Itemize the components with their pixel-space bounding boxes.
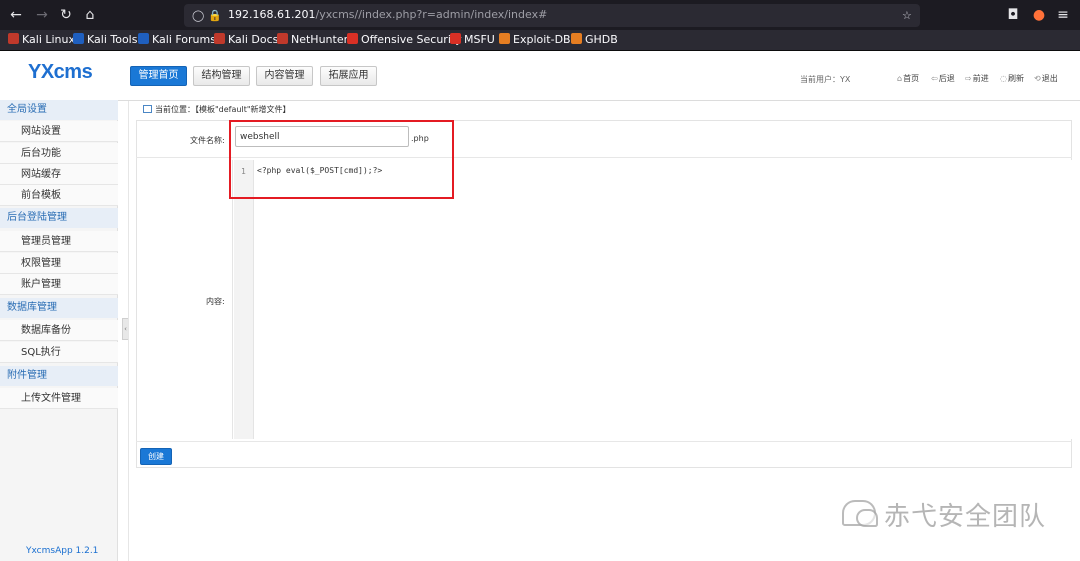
header-link-logout[interactable]: ⟲退出 [1034,73,1058,84]
sidebar-item-site-settings[interactable]: 网站设置 [0,121,118,142]
sidebar-item-accounts[interactable]: 账户管理 [0,274,118,295]
bookmark-nethunter[interactable]: NetHunter [277,33,348,46]
kali-icon [8,33,19,44]
bookmark-label: Offensive Security [361,33,462,46]
header-link-refresh[interactable]: ◌刷新 [1000,73,1024,84]
bookmark-offensive-security[interactable]: Offensive Security [347,33,462,46]
offsec-icon [347,33,358,44]
nav-extensions[interactable]: 拓展应用 [320,66,377,86]
shield-icon: ◯ [192,9,205,22]
forward-icon: ⇨ [965,74,972,83]
editor-gutter [234,160,254,439]
wechat-icon-bubble [856,509,878,527]
breadcrumb: 当前位置：【模板"default"新增文件】 [143,104,291,115]
nav-structure[interactable]: 结构管理 [193,66,250,86]
ghdb-icon [571,33,582,44]
nav-content[interactable]: 内容管理 [256,66,313,86]
url-host: 192.168.61.201 [228,8,316,21]
bookmark-label: Kali Docs [228,33,279,46]
menu-icon[interactable]: ≡ [1054,6,1072,24]
nethunter-icon [277,33,288,44]
divider [136,441,1072,442]
sidebar-item-db-backup[interactable]: 数据库备份 [0,320,118,341]
sidebar-group-login[interactable]: 后台登陆管理 [0,208,118,228]
bookmark-label: GHDB [585,33,618,46]
sidebar-item-site-cache[interactable]: 网站缓存 [0,164,118,185]
watermark-text: 赤弋安全团队 [884,502,1047,532]
bookmark-label: Kali Forums [152,33,216,46]
kali-forums-icon [138,33,149,44]
sidebar-item-uploads[interactable]: 上传文件管理 [0,388,118,409]
bookmark-kali-linux[interactable]: Kali Linux [8,33,75,46]
bookmark-label: Exploit-DB [513,33,571,46]
breadcrumb-text: 当前位置：【模板"default"新增文件】 [155,105,291,114]
header-link-label: 首页 [903,74,920,83]
forward-arrow-icon[interactable]: → [33,6,51,24]
content-label: 内容: [206,297,225,306]
browser-toolbar: ← → ↻ ⌂ ◯ 🔒 192.168.61.201/yxcms//index.… [0,0,1080,30]
reload-icon[interactable]: ↻ [57,6,75,24]
logout-icon: ⟲ [1034,74,1041,83]
firefox-icon[interactable]: ● [1030,6,1048,24]
bookmarks-bar: Kali Linux Kali Tools Kali Forums Kali D… [0,30,1080,51]
header-link-label: 前进 [972,74,989,83]
url-bar[interactable]: ◯ 🔒 192.168.61.201/yxcms//index.php?r=ad… [184,4,920,27]
current-user: 当前用户：YX [800,75,851,84]
kali-tools-icon [73,33,84,44]
url-path: /yxcms//index.php?r=admin/index/index# [315,8,548,21]
home-icon: ⌂ [897,74,903,83]
annotation-highlight-box [229,120,454,199]
filename-label: 文件名称: [190,136,225,145]
header-link-home[interactable]: ⌂首页 [897,73,919,84]
url-text: 192.168.61.201/yxcms//index.php?r=admin/… [228,8,547,21]
home-icon[interactable]: ⌂ [81,6,99,24]
header-link-label: 后退 [938,74,955,83]
bookmark-label: Kali Tools [87,33,138,46]
nav-admin-home[interactable]: 管理首页 [130,66,187,86]
bookmark-kali-forums[interactable]: Kali Forums [138,33,216,46]
bookmark-star-icon[interactable]: ☆ [902,9,912,22]
sidebar-item-admin-functions[interactable]: 后台功能 [0,143,118,164]
exploit-db-icon [499,33,510,44]
sidebar-item-sql-exec[interactable]: SQL执行 [0,342,118,363]
bookmark-label: NetHunter [291,33,349,46]
pocket-icon[interactable]: ◘ [1004,6,1022,24]
sidebar-item-templates[interactable]: 前台模板 [0,185,118,206]
create-button[interactable]: 创建 [140,448,172,465]
bookmark-exploit-db[interactable]: Exploit-DB [499,33,571,46]
kali-docs-icon [214,33,225,44]
header-link-back[interactable]: ⇦后退 [931,73,955,84]
logo[interactable]: YXcms [28,61,93,84]
bookmark-kali-tools[interactable]: Kali Tools [73,33,137,46]
sidebar-group-global[interactable]: 全局设置 [0,100,118,120]
sidebar-item-admins[interactable]: 管理员管理 [0,231,118,252]
sidebar-group-attachments[interactable]: 附件管理 [0,366,118,386]
bookmark-label: MSFU [464,33,495,46]
back-icon: ⇦ [931,74,938,83]
sidebar-item-permissions[interactable]: 权限管理 [0,253,118,274]
sidebar-group-database[interactable]: 数据库管理 [0,298,118,318]
refresh-icon: ◌ [1000,74,1007,83]
version-label: YxcmsApp 1.2.1 [26,546,99,556]
back-arrow-icon[interactable]: ← [7,6,25,24]
header-link-forward[interactable]: ⇨前进 [965,73,989,84]
header-link-label: 退出 [1041,74,1058,83]
lock-icon: 🔒 [208,9,222,22]
bookmark-msfu[interactable]: MSFU [450,33,495,46]
msfu-icon [450,33,461,44]
bookmark-ghdb[interactable]: GHDB [571,33,618,46]
bookmark-kali-docs[interactable]: Kali Docs [214,33,278,46]
bookmark-label: Kali Linux [22,33,76,46]
window-icon [143,105,152,113]
header-link-label: 刷新 [1007,74,1024,83]
code-editor[interactable] [232,160,1072,439]
